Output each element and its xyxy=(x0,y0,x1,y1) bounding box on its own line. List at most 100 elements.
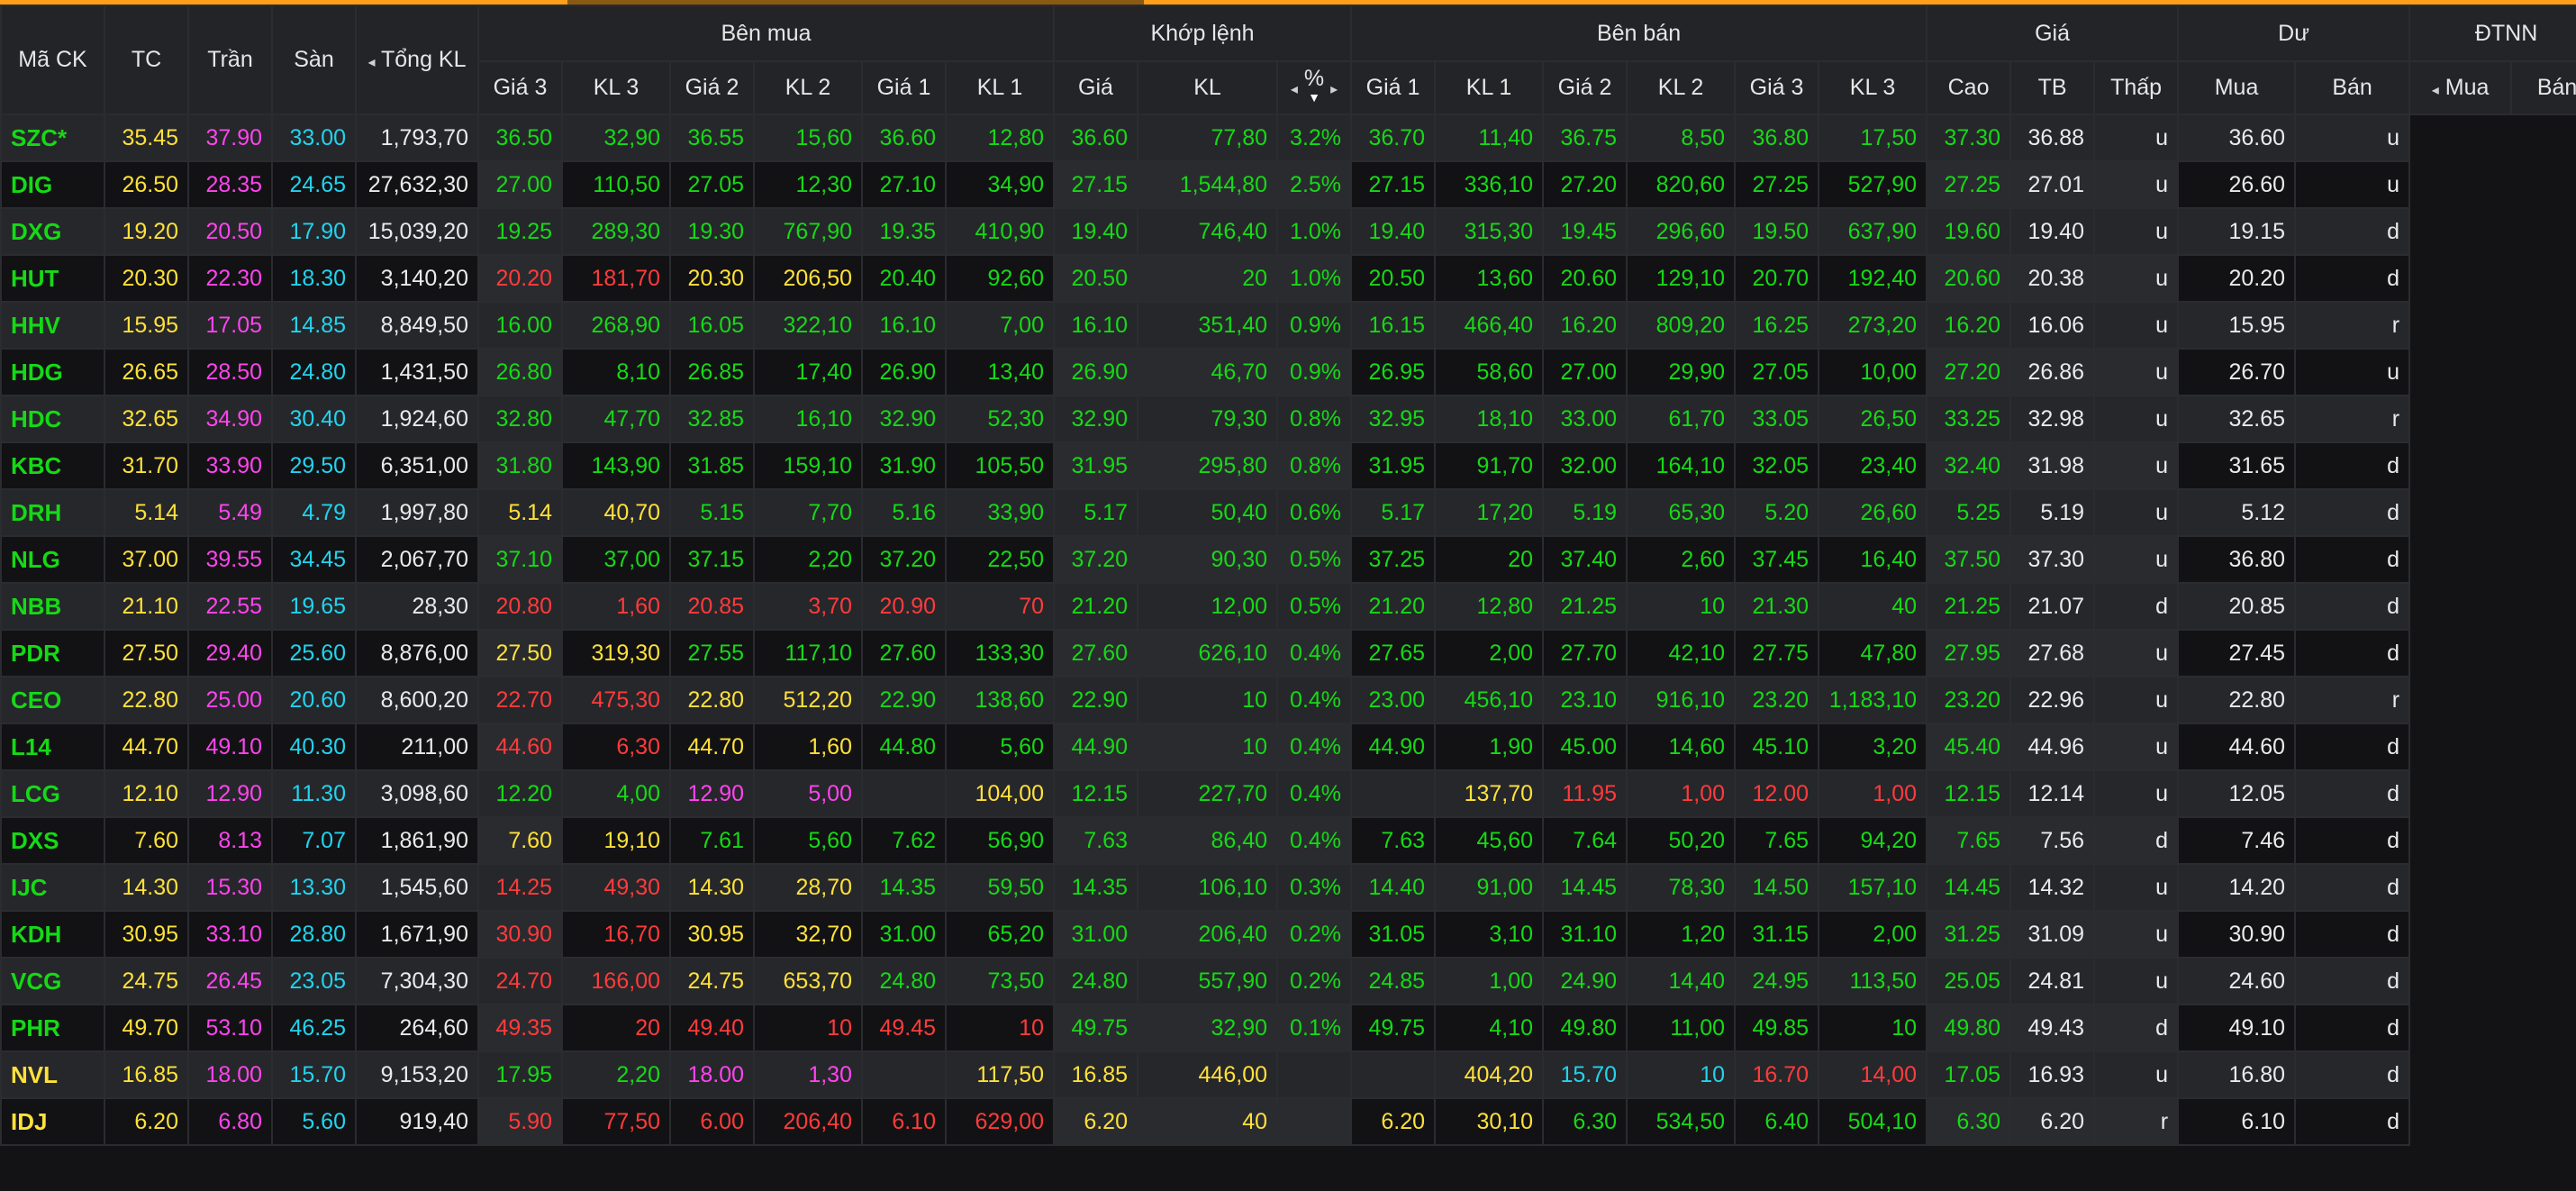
cell-ask-gia1: 31.05 xyxy=(1350,910,1437,959)
cell-bid-kl1: 52,30 xyxy=(945,395,1055,443)
stock-row[interactable]: LCG 12.10 12.90 11.30 3,098,60 12.20 4,00 12.90… xyxy=(0,769,2576,818)
cell-tb: 21.07 xyxy=(2009,582,2096,631)
col-header-thap[interactable]: Thấp xyxy=(2093,60,2180,115)
cell-sym[interactable]: IJC xyxy=(0,863,105,912)
col-header-cao[interactable]: Cao xyxy=(1926,60,2012,115)
cell-sym[interactable]: HUT xyxy=(0,254,105,303)
stock-row[interactable]: CEO 22.80 25.00 20.60 8,600,20 22.70 475,30 22.… xyxy=(0,676,2576,724)
col-header-nn-ban[interactable]: Bán xyxy=(2510,60,2576,115)
cell-ask-kl3: 14,00 xyxy=(1818,1050,1928,1099)
cell-du-ban: d xyxy=(2294,816,2411,865)
cell-ask-kl1: 18,10 xyxy=(1434,395,1545,443)
stock-row[interactable]: SZC* 35.45 37.90 33.00 1,793,70 36.50 32,90 36.… xyxy=(0,114,2576,162)
col-header-ask-gia2[interactable]: Giá 2 xyxy=(1542,60,1628,115)
cell-ask-gia1: 23.00 xyxy=(1350,676,1437,724)
sort-desc-icon[interactable]: ▼ xyxy=(1308,90,1320,105)
cell-sym[interactable]: HHV xyxy=(0,301,105,350)
cell-sym[interactable]: KDH xyxy=(0,910,105,959)
cell-sym[interactable]: KBC xyxy=(0,441,105,490)
col-header-kl1[interactable]: KL 1 xyxy=(945,60,1055,115)
cell-ask-kl2: 61,70 xyxy=(1626,395,1737,443)
col-header-kl3[interactable]: KL 3 xyxy=(561,60,671,115)
cell-ask-kl3: 17,50 xyxy=(1818,114,1928,162)
pct-right-arrow-icon[interactable]: ▸ xyxy=(1330,82,1338,97)
col-header-nn-mua-label: Mua xyxy=(2444,75,2490,100)
col-header-khop-gia[interactable]: Giá xyxy=(1053,60,1138,115)
stock-row[interactable]: NLG 37.00 39.55 34.45 2,067,70 37.10 37,00 37.1… xyxy=(0,535,2576,584)
cell-sym[interactable]: L14 xyxy=(0,723,105,771)
col-header-ask-kl3[interactable]: KL 3 xyxy=(1818,60,1928,115)
cell-sym[interactable]: CEO xyxy=(0,676,105,724)
cell-thap: u xyxy=(2093,957,2180,1005)
cell-bid-gia2: 36.55 xyxy=(669,114,755,162)
col-header-tc[interactable]: TC xyxy=(104,5,189,115)
stock-row[interactable]: IDJ 6.20 6.80 5.60 919,40 5.90 77,50 6.00 206,40… xyxy=(0,1097,2576,1146)
cell-sym[interactable]: SZC* xyxy=(0,114,105,162)
stock-row[interactable]: KBC 31.70 33.90 29.50 6,351,00 31.80 143,90 31.… xyxy=(0,441,2576,490)
col-header-ask-kl1[interactable]: KL 1 xyxy=(1434,60,1545,115)
cell-sym[interactable]: PHR xyxy=(0,1004,105,1052)
col-header-gia2[interactable]: Giá 2 xyxy=(669,60,755,115)
col-header-kl2[interactable]: KL 2 xyxy=(753,60,863,115)
cell-ask-kl2: 50,20 xyxy=(1626,816,1737,865)
cell-sym[interactable]: DRH xyxy=(0,488,105,537)
col-header-du-mua[interactable]: Mua xyxy=(2177,60,2297,115)
col-header-khop-kl[interactable]: KL xyxy=(1137,60,1278,115)
stock-row[interactable]: PHR 49.70 53.10 46.25 264,60 49.35 20 49.40 10 49… xyxy=(0,1004,2576,1052)
cell-ask-kl3: 10 xyxy=(1818,1004,1928,1052)
pct-left-arrow-icon[interactable]: ◂ xyxy=(1291,82,1298,97)
scroll-left-icon[interactable]: ◂ xyxy=(367,55,375,70)
col-header-ask-kl2[interactable]: KL 2 xyxy=(1626,60,1737,115)
cell-bid-kl2: 17,40 xyxy=(753,348,863,396)
col-header-ma-ck[interactable]: Mã CK xyxy=(0,5,105,115)
stock-row[interactable]: DXS 7.60 8.13 7.07 1,861,90 7.60 19,10 7.61 5,60… xyxy=(0,816,2576,865)
stock-row[interactable]: DRH 5.14 5.49 4.79 1,997,80 5.14 40,70 5.15 7,70… xyxy=(0,488,2576,537)
cell-bid-kl3: 1,60 xyxy=(561,582,671,631)
stock-row[interactable]: HHV 15.95 17.05 14.85 8,849,50 16.00 268,90 16.… xyxy=(0,301,2576,350)
col-header-gia1[interactable]: Giá 1 xyxy=(861,60,947,115)
cell-bid-gia1: 27.60 xyxy=(861,629,947,677)
cell-sym[interactable]: NBB xyxy=(0,582,105,631)
stock-row[interactable]: PDR 27.50 29.40 25.60 8,876,00 27.50 319,30 27.… xyxy=(0,629,2576,677)
cell-sym[interactable]: PDR xyxy=(0,629,105,677)
stock-row[interactable]: HDG 26.65 28.50 24.80 1,431,50 26.80 8,10 26.85… xyxy=(0,348,2576,396)
col-header-ask-gia3[interactable]: Giá 3 xyxy=(1734,60,1820,115)
stock-row[interactable]: DXG 19.20 20.50 17.90 15,039,20 19.25 289,30 19… xyxy=(0,207,2576,256)
stock-row[interactable]: KDH 30.95 33.10 28.80 1,671,90 30.90 16,70 30.9… xyxy=(0,910,2576,959)
cell-sym[interactable]: NLG xyxy=(0,535,105,584)
col-header-ask-gia1[interactable]: Giá 1 xyxy=(1350,60,1437,115)
cell-sym[interactable]: IDJ xyxy=(0,1097,105,1146)
col-header-tb[interactable]: TB xyxy=(2009,60,2096,115)
stock-row[interactable]: IJC 14.30 15.30 13.30 1,545,60 14.25 49,30 14.3… xyxy=(0,863,2576,912)
cell-sym[interactable]: DXS xyxy=(0,816,105,865)
col-header-tong-kl[interactable]: ◂ Tổng KL xyxy=(355,5,479,115)
cell-sym[interactable]: HDC xyxy=(0,395,105,443)
stock-row[interactable]: L14 44.70 49.10 40.30 211,00 44.60 6,30 44.70 1,… xyxy=(0,723,2576,771)
cell-ask-gia2: 15.70 xyxy=(1542,1050,1628,1099)
dtnn-left-arrow-icon[interactable]: ◂ xyxy=(2432,83,2439,98)
col-header-du-ban[interactable]: Bán xyxy=(2294,60,2411,115)
stock-row[interactable]: DIG 26.50 28.35 24.65 27,632,30 27.00 110,50 27… xyxy=(0,160,2576,209)
cell-tb: 36.88 xyxy=(2009,114,2096,162)
stock-row[interactable]: VCG 24.75 26.45 23.05 7,304,30 24.70 166,00 24.… xyxy=(0,957,2576,1005)
cell-sym[interactable]: HDG xyxy=(0,348,105,396)
col-header-pct[interactable]: ◂ % ▼ ▸ xyxy=(1275,60,1353,115)
cell-tc: 15.95 xyxy=(104,301,189,350)
cell-thap: u xyxy=(2093,301,2180,350)
stock-row[interactable]: HDC 32.65 34.90 30.40 1,924,60 32.80 47,70 32.8… xyxy=(0,395,2576,443)
cell-sym[interactable]: DXG xyxy=(0,207,105,256)
stock-row[interactable]: NVL 16.85 18.00 15.70 9,153,20 17.95 2,20 18.00… xyxy=(0,1050,2576,1099)
col-header-gia3[interactable]: Giá 3 xyxy=(477,60,563,115)
cell-sym[interactable]: DIG xyxy=(0,160,105,209)
stock-row[interactable]: HUT 20.30 22.30 18.30 3,140,20 20.20 181,70 20.… xyxy=(0,254,2576,303)
col-header-san[interactable]: Sàn xyxy=(271,5,357,115)
stock-row[interactable]: NBB 21.10 22.55 19.65 28,30 20.80 1,60 20.85 3,7… xyxy=(0,582,2576,631)
cell-khop-gia: 27.60 xyxy=(1053,629,1138,677)
col-header-tran[interactable]: Trần xyxy=(187,5,273,115)
col-header-nn-mua[interactable]: ◂ Mua xyxy=(2408,60,2513,115)
cell-bid-kl2: 653,70 xyxy=(753,957,863,1005)
cell-sym[interactable]: NVL xyxy=(0,1050,105,1099)
cell-sym[interactable]: LCG xyxy=(0,769,105,818)
cell-sym[interactable]: VCG xyxy=(0,957,105,1005)
cell-pct: 0.6% xyxy=(1275,488,1353,537)
